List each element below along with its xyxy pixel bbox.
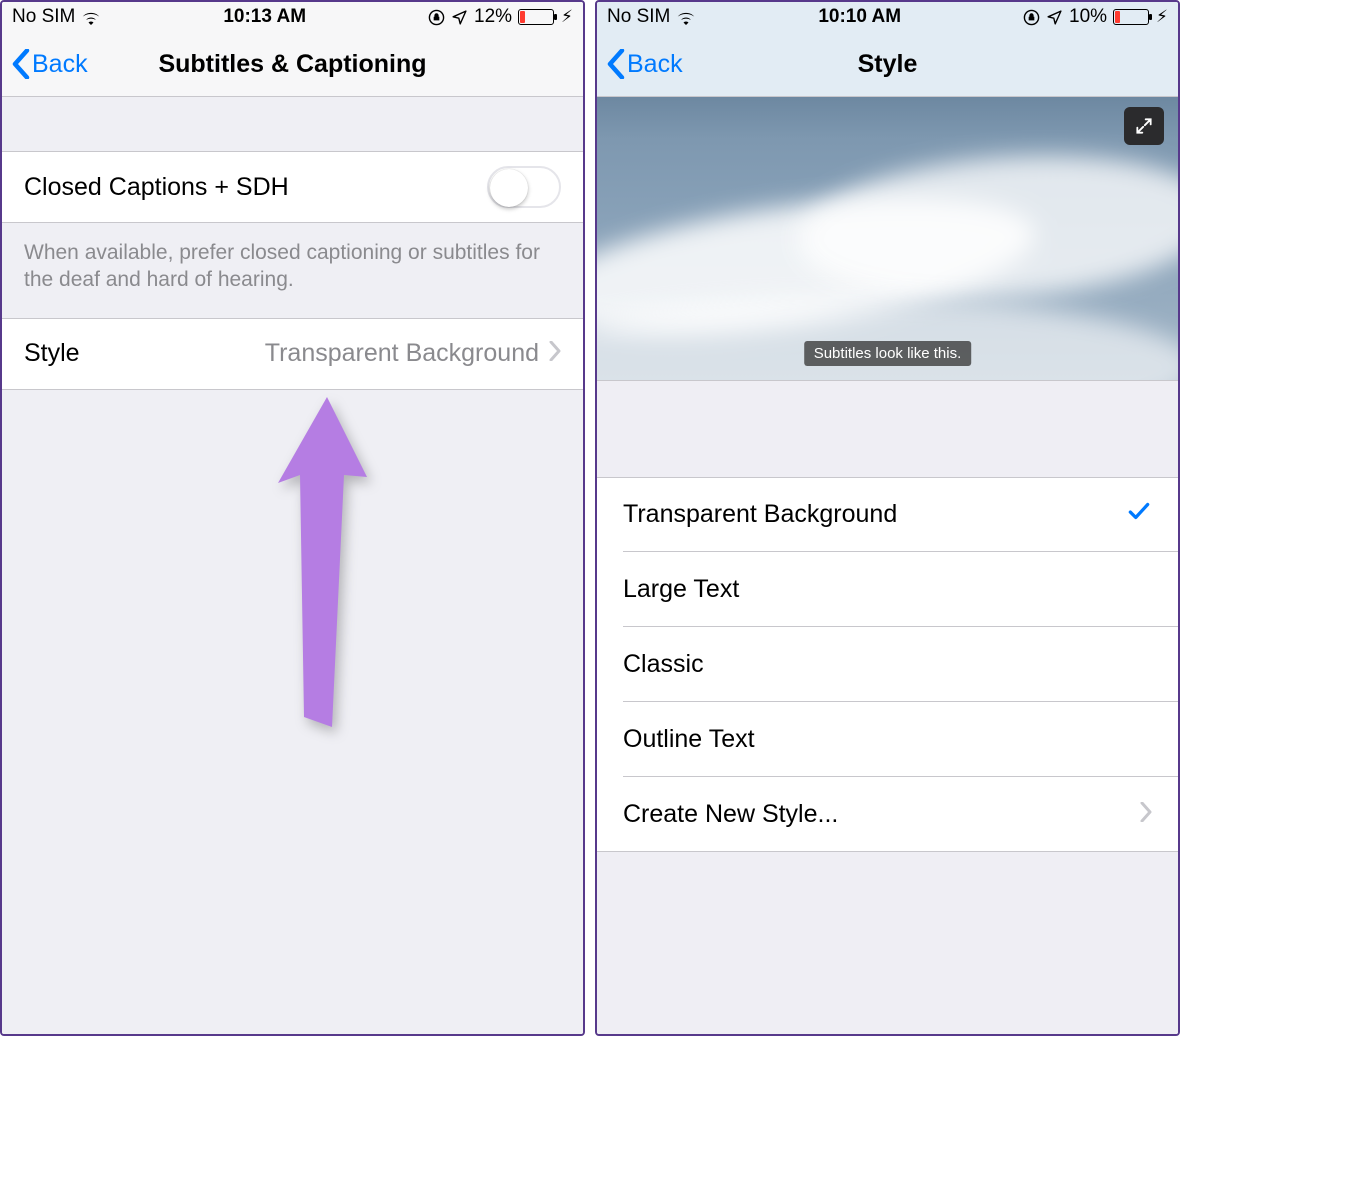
subtitle-sample-text: Subtitles look like this. <box>804 341 972 366</box>
location-icon <box>451 9 468 26</box>
closed-captions-row[interactable]: Closed Captions + SDH <box>2 151 583 223</box>
status-bar: No SIM 10:10 AM 10% ⚡︎ <box>597 2 1178 32</box>
wifi-icon <box>81 10 101 25</box>
page-title: Style <box>597 50 1178 79</box>
charging-icon: ⚡︎ <box>1156 7 1168 27</box>
battery-percentage: 10% <box>1069 6 1107 28</box>
orientation-lock-icon <box>428 9 445 26</box>
battery-percentage: 12% <box>474 6 512 28</box>
status-time: 10:13 AM <box>223 6 306 28</box>
battery-icon <box>1113 9 1149 25</box>
content-area: Subtitles look like this. Transparent Ba… <box>597 97 1178 1034</box>
closed-captions-footer: When available, prefer closed captioning… <box>2 223 583 318</box>
style-option-transparent-background[interactable]: Transparent Background <box>597 477 1178 551</box>
checkmark-icon <box>1126 498 1152 531</box>
style-option-classic[interactable]: Classic <box>597 627 1178 701</box>
chevron-right-icon <box>549 339 561 368</box>
nav-header: Back Style <box>597 32 1178 97</box>
closed-captions-label: Closed Captions + SDH <box>24 173 487 202</box>
wifi-icon <box>676 10 696 25</box>
back-label: Back <box>32 50 88 79</box>
nav-header: Back Subtitles & Captioning <box>2 32 583 97</box>
chevron-right-icon <box>1140 800 1152 829</box>
back-label: Back <box>627 50 683 79</box>
back-button[interactable]: Back <box>607 49 683 79</box>
screen-subtitles-captioning: No SIM 10:13 AM 12% ⚡︎ Back Subtitles & … <box>0 0 585 1036</box>
annotation-arrow <box>272 397 392 727</box>
status-time: 10:10 AM <box>818 6 901 28</box>
style-options-list: Transparent Background Large Text Classi… <box>597 477 1178 852</box>
closed-captions-toggle[interactable] <box>487 166 561 208</box>
expand-preview-button[interactable] <box>1124 107 1164 145</box>
status-bar: No SIM 10:13 AM 12% ⚡︎ <box>2 2 583 32</box>
style-row[interactable]: Style Transparent Background <box>2 318 583 390</box>
location-icon <box>1046 9 1063 26</box>
orientation-lock-icon <box>1023 9 1040 26</box>
style-label: Style <box>24 339 265 368</box>
carrier-label: No SIM <box>12 6 75 28</box>
style-option-large-text[interactable]: Large Text <box>597 552 1178 626</box>
create-new-style-row[interactable]: Create New Style... <box>597 777 1178 851</box>
content-area: Closed Captions + SDH When available, pr… <box>2 97 583 1034</box>
subtitle-preview: Subtitles look like this. <box>597 97 1178 381</box>
carrier-label: No SIM <box>607 6 670 28</box>
charging-icon: ⚡︎ <box>561 7 573 27</box>
style-option-outline-text[interactable]: Outline Text <box>597 702 1178 776</box>
back-button[interactable]: Back <box>12 49 88 79</box>
screen-style: No SIM 10:10 AM 10% ⚡︎ Back Style <box>595 0 1180 1036</box>
battery-icon <box>518 9 554 25</box>
page-title: Subtitles & Captioning <box>2 50 583 79</box>
style-value: Transparent Background <box>265 339 539 368</box>
